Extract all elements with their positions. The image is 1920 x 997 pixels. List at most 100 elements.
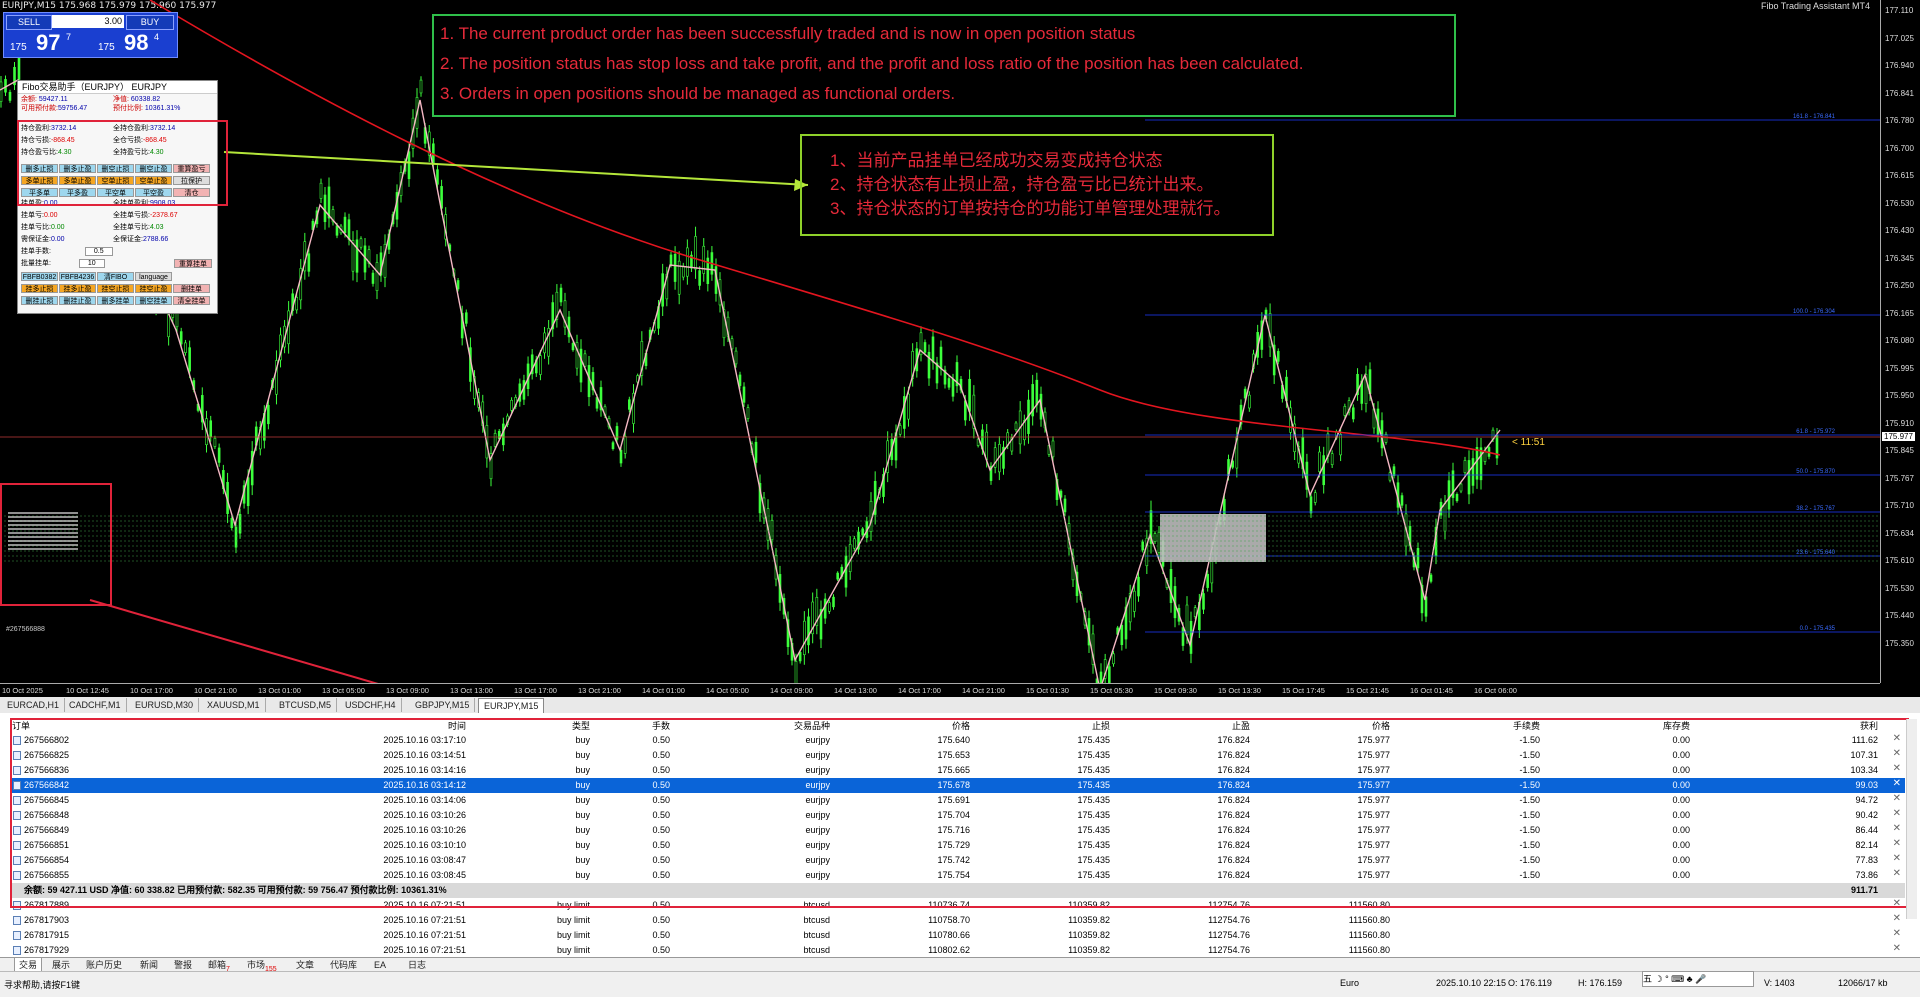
- batch-count-input[interactable]: 10: [78, 259, 105, 268]
- price-chart[interactable]: EURJPY,M15 175.968 175.979 175.960 175.9…: [0, 0, 1920, 683]
- fibo-action-button[interactable]: FBFB0382: [21, 272, 58, 281]
- candle-body: [615, 426, 619, 440]
- candle-body: [8, 91, 12, 101]
- fibo-action-button[interactable]: 删挂止盈: [59, 296, 96, 305]
- fibo-action-button[interactable]: 删挂单: [173, 284, 210, 293]
- candle-body: [1322, 455, 1325, 486]
- chart-tab[interactable]: BTCUSD,M5: [274, 698, 338, 712]
- buy-button[interactable]: BUY: [126, 15, 174, 30]
- chinese-annotation-line2: 2、持仓状态有止损止盈，持仓盈亏比已统计出来。: [830, 175, 1214, 194]
- candle-body: [579, 348, 583, 383]
- fibo-action-button[interactable]: language: [135, 272, 172, 281]
- pending-cell-price: 110802.62: [928, 945, 970, 955]
- candle-body: [844, 555, 848, 588]
- terminal-tab[interactable]: 展示: [48, 958, 74, 972]
- delete-order-icon[interactable]: ✕: [1893, 943, 1901, 954]
- pending-cell-order: 267817903: [24, 915, 70, 925]
- terminal-tab[interactable]: 市场155: [243, 958, 281, 973]
- time-axis-label: 15 Oct 09:30: [1154, 686, 1197, 695]
- pending-order-row[interactable]: 267817929 2025.10.16 07:21:51 buy limit 0.5…: [10, 943, 1905, 958]
- delete-order-icon[interactable]: ✕: [1893, 928, 1901, 939]
- position-stats-highlight: [17, 120, 228, 206]
- pending-cell-order: 267817929: [24, 945, 70, 955]
- time-axis-label: 14 Oct 13:00: [834, 686, 877, 695]
- terminal-tab[interactable]: 账户历史: [82, 958, 126, 972]
- equity-row: 净值: 60338.82: [113, 96, 161, 103]
- chart-tab[interactable]: USDCHF,H4: [340, 698, 402, 712]
- pending-order-row[interactable]: 267817915 2025.10.16 07:21:51 buy limit 0.5…: [10, 928, 1905, 943]
- pending-order-row[interactable]: 267817903 2025.10.16 07:21:51 buy limit 0.5…: [10, 913, 1905, 928]
- candle-body: [1463, 460, 1467, 473]
- candle-body: [1248, 394, 1251, 409]
- pending-cell-symbol: btcusd: [803, 915, 830, 925]
- positions-table-highlight: [10, 718, 1909, 908]
- sell-price[interactable]: 175 97 7: [6, 30, 88, 56]
- candle-body: [371, 272, 375, 284]
- terminal-tab-label: 代码库: [330, 960, 358, 970]
- pend-ratio-row: 挂单亏比:0.00: [21, 224, 65, 231]
- chart-tab[interactable]: CADCHF,M1: [64, 698, 127, 712]
- time-axis-label: 13 Oct 09:00: [386, 686, 429, 695]
- terminal-tab[interactable]: 邮箱7: [204, 958, 234, 973]
- buy-price[interactable]: 175 98 4: [94, 30, 176, 56]
- time-axis-label: 14 Oct 09:00: [770, 686, 813, 695]
- candle-body: [951, 378, 955, 397]
- fibo-action-button[interactable]: 清FIBO: [97, 272, 134, 281]
- candle-body: [947, 378, 951, 388]
- candle-body: [456, 280, 460, 290]
- terminal-tab-label: 市场: [247, 960, 266, 970]
- fibo-action-button[interactable]: 挂多止损: [21, 284, 58, 293]
- status-traffic: 12066/17 kb: [1838, 978, 1888, 988]
- chart-tab[interactable]: GBPJPY,M15: [410, 698, 476, 712]
- lot-size-input[interactable]: 3.00: [52, 15, 124, 28]
- chart-tab[interactable]: EURUSD,M30: [130, 698, 200, 712]
- pend-lot-row: 挂单手数: 0.5: [21, 247, 113, 256]
- fibo-action-button[interactable]: 挂空止盈: [135, 284, 172, 293]
- rebuild-pending-button[interactable]: 重算挂单: [174, 259, 212, 268]
- terminal-tab[interactable]: 警报: [170, 958, 196, 972]
- terminal-tab[interactable]: 日志: [404, 958, 430, 972]
- delete-order-icon[interactable]: ✕: [1893, 913, 1901, 924]
- candle-body: [746, 407, 750, 419]
- terminal-tab[interactable]: EA: [370, 958, 390, 972]
- candle-body: [1185, 604, 1189, 636]
- price-axis-label: 175.710: [1885, 501, 1914, 510]
- status-open: O: 176.119: [1508, 978, 1552, 988]
- candle-body: [619, 450, 623, 464]
- chart-tab[interactable]: EURJPY,M15: [478, 698, 545, 713]
- candle-body: [623, 435, 627, 454]
- chart-tab[interactable]: EURCAD,H1: [2, 698, 66, 712]
- terminal-tab-label: 账户历史: [86, 960, 123, 970]
- fibo-action-button[interactable]: FBFB4236: [59, 272, 96, 281]
- candle-body: [669, 254, 673, 265]
- terminal-tab-label: 文章: [296, 960, 315, 970]
- sell-button[interactable]: SELL: [6, 15, 52, 30]
- fibo-action-button[interactable]: 删空挂单: [135, 296, 172, 305]
- terminal-tab-label: 展示: [52, 960, 71, 970]
- price-axis: 177.110 177.025 176.940 176.841 176.780 176.7…: [1880, 0, 1920, 683]
- pend-lot-input[interactable]: 0.5: [84, 247, 113, 256]
- terminal-tab-label: 邮箱: [208, 960, 227, 970]
- candle-body: [179, 331, 183, 345]
- candle-body: [295, 297, 299, 311]
- terminal-tab[interactable]: 文章: [292, 958, 318, 972]
- fibo-action-button[interactable]: 挂多止盈: [59, 284, 96, 293]
- terminal-scrollbar[interactable]: [1906, 719, 1917, 919]
- pending-cell-lots: 0.50: [652, 915, 670, 925]
- fibo-action-button[interactable]: 删挂止损: [21, 296, 58, 305]
- ime-toolbar[interactable]: 五 ☽ ° ⌨ ♣ 🎤: [1642, 971, 1754, 987]
- order-ticket-label: #267566888: [6, 626, 45, 633]
- fibo-action-button[interactable]: 清全挂单: [173, 296, 210, 305]
- candle-body: [738, 374, 742, 386]
- price-axis-label: 176.780: [1885, 116, 1914, 125]
- terminal-tab[interactable]: 新闻: [136, 958, 162, 972]
- candle-body: [583, 353, 587, 367]
- candle-body: [375, 262, 379, 291]
- candle-body: [213, 437, 217, 447]
- chart-tab[interactable]: XAUUSD,M1: [202, 698, 266, 712]
- terminal-tab[interactable]: 代码库: [326, 958, 361, 972]
- fibo-action-button[interactable]: 删多挂单: [97, 296, 134, 305]
- fibo-action-button[interactable]: 挂空止损: [97, 284, 134, 293]
- candle-body: [1202, 593, 1205, 610]
- price-axis-label: 176.080: [1885, 336, 1914, 345]
